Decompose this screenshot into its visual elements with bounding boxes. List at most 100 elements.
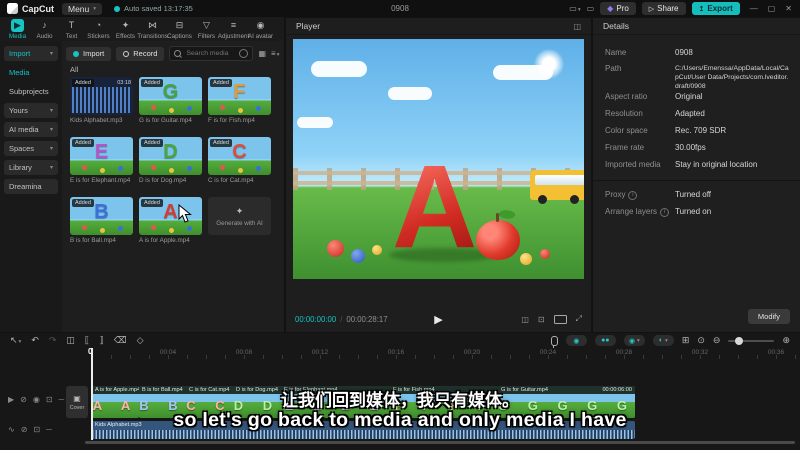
- sidebar-item-subprojects[interactable]: Subprojects: [4, 84, 58, 99]
- media-cell[interactable]: G Added G is for Guitar.mp4: [139, 77, 202, 127]
- info-icon[interactable]: i: [660, 208, 670, 217]
- search-icon: [174, 50, 182, 57]
- sidebar-item-yours[interactable]: Yours ▾: [4, 103, 58, 118]
- redo-icon[interactable]: ↷: [49, 335, 57, 346]
- layout-toggle-icon[interactable]: ▭▾: [569, 4, 580, 13]
- media-cell[interactable]: ✦ Generate with AI: [208, 197, 271, 247]
- stickers-icon: ◔: [95, 19, 102, 30]
- tab-text[interactable]: T Text: [58, 19, 85, 40]
- player-header: Player ◫: [286, 18, 591, 35]
- zoom-slider-knob[interactable]: [735, 336, 744, 345]
- field-value-name: 0908: [675, 48, 693, 57]
- tab-media[interactable]: ▶ Media: [4, 18, 31, 40]
- apple-graphic: [476, 212, 521, 260]
- sort-icon[interactable]: ≡▾: [271, 49, 279, 58]
- import-button[interactable]: Import: [66, 46, 112, 61]
- split-icon[interactable]: ◫: [66, 335, 75, 346]
- delete-left-icon[interactable]: ⟦: [85, 335, 89, 346]
- generate-with-ai-tile[interactable]: ✦ Generate with AI: [208, 197, 271, 235]
- tab-audio[interactable]: ♪ Audio: [31, 19, 58, 40]
- auto-snap-toggle[interactable]: ●●: [594, 335, 616, 346]
- media-cell[interactable]: Added 03:18 Kids Alphabet.mp3: [70, 77, 133, 127]
- tab-stickers[interactable]: ◔ Stickers: [85, 19, 112, 40]
- panel-layout-icon[interactable]: ▭: [587, 4, 595, 13]
- minimize-button[interactable]: —: [750, 4, 758, 13]
- arrange-layers-status: Turned on: [675, 207, 712, 216]
- media-thumb[interactable]: E Added: [70, 137, 133, 175]
- view-grid-icon[interactable]: ▦: [258, 49, 266, 58]
- media-cell[interactable]: D Added D is for Dog.mp4: [139, 137, 202, 187]
- generate-label: Generate with AI: [216, 219, 263, 227]
- select-tool-icon[interactable]: ↖▾: [10, 335, 21, 346]
- sidebar-item-media[interactable]: Media: [4, 65, 58, 80]
- aspect-ratio-icon[interactable]: [553, 314, 567, 324]
- media-sidebar: Import ▾ Media Subprojects Yours ▾ AI medi…: [0, 41, 62, 332]
- media-cell[interactable]: F Added F is for Fish.mp4: [208, 77, 271, 127]
- preview-axis-toggle[interactable]: ◐ ▾: [652, 335, 674, 346]
- media-cell[interactable]: C Added C is for Cat.mp4: [208, 137, 271, 187]
- media-cell[interactable]: E Added E is for Elephant.mp4: [70, 137, 133, 187]
- ruler-label: 00:36: [767, 349, 785, 356]
- info-icon[interactable]: i: [628, 191, 638, 200]
- cloud-graphic: [388, 87, 432, 100]
- tab-ai-avatar[interactable]: ◉ AI avatar: [247, 19, 274, 40]
- sidebar-item-import[interactable]: Import ▾: [4, 46, 58, 61]
- media-thumb[interactable]: D Added: [139, 137, 202, 175]
- snap-icon[interactable]: ⊙: [697, 335, 705, 346]
- field-value-imported-media: Stay in original location: [675, 160, 758, 169]
- search-input[interactable]: [184, 49, 237, 58]
- tab-filters[interactable]: ▽ Filters: [193, 19, 220, 40]
- zoom-out-icon[interactable]: ⊖: [713, 335, 721, 346]
- media-cell[interactable]: B Added B is for Ball.mp4: [70, 197, 133, 247]
- media-thumb-audio[interactable]: Added 03:18: [70, 77, 133, 115]
- media-thumb[interactable]: C Added: [208, 137, 271, 175]
- field-value-path: C:/Users/Emenssa/AppData/Local/CapCut/Us…: [675, 65, 789, 91]
- main-track-magnet-toggle[interactable]: ◉: [565, 335, 587, 346]
- chevron-down-icon: ▾: [49, 127, 53, 133]
- sidebar-item-dreamina[interactable]: Dreamina: [4, 179, 58, 194]
- close-button[interactable]: ✕: [785, 4, 792, 13]
- timeline-zoom-slider[interactable]: [728, 336, 775, 345]
- filter-all-label[interactable]: All: [70, 65, 78, 74]
- added-badge: Added: [141, 139, 163, 147]
- modify-button[interactable]: Modify: [747, 309, 790, 324]
- sidebar-item-spaces[interactable]: Spaces ▾: [4, 141, 58, 156]
- menu-button[interactable]: Menu ▾: [62, 2, 103, 15]
- timeline-horizontal-scrollbar[interactable]: [85, 441, 795, 444]
- linked-selection-toggle[interactable]: ◉ ▾: [623, 335, 645, 346]
- record-button[interactable]: Record: [116, 46, 165, 61]
- media-thumb[interactable]: G Added: [139, 77, 202, 115]
- tab-transitions[interactable]: ⋈ Transitions: [137, 19, 168, 40]
- sidebar-item-ai-media[interactable]: AI media ▾: [4, 122, 58, 137]
- preview-quality-icon[interactable]: ⊡: [538, 315, 545, 324]
- play-button[interactable]: ▶: [434, 313, 442, 326]
- export-button[interactable]: ↥ Export: [691, 2, 740, 15]
- balls-graphic: [220, 165, 225, 170]
- maximize-button[interactable]: ▢: [768, 4, 776, 13]
- ball-graphic: [372, 245, 382, 255]
- delete-right-icon[interactable]: ⟧: [99, 335, 103, 346]
- player-options-icon[interactable]: ◫: [573, 22, 581, 31]
- record-voiceover-icon[interactable]: [550, 335, 558, 348]
- timeline-ruler[interactable]: 00:04 00:08 00:12 00:16 00:20 00:24 00:2…: [60, 348, 800, 359]
- tab-captions[interactable]: ⊟ Captions: [166, 19, 193, 40]
- tab-effects[interactable]: ✦ Effects: [112, 19, 139, 40]
- delete-icon[interactable]: ⌫: [114, 335, 127, 346]
- media-thumb[interactable]: B Added: [70, 197, 133, 235]
- mirror-preview-icon[interactable]: ◫: [521, 315, 529, 324]
- zoom-in-icon[interactable]: ⊕: [782, 335, 790, 346]
- added-badge: Added: [72, 199, 94, 207]
- tab-adjustment[interactable]: ≡ Adjustment: [218, 19, 250, 40]
- preview-mode-icon[interactable]: ⊞: [682, 335, 690, 346]
- sidebar-item-library[interactable]: Library ▾: [4, 160, 58, 175]
- search-options-icon[interactable]: [239, 49, 249, 58]
- search-box[interactable]: [169, 46, 254, 61]
- media-thumb[interactable]: F Added: [208, 77, 271, 115]
- autosave-status: Auto saved 13:17:35: [114, 4, 193, 13]
- pro-button[interactable]: ◆ Pro: [600, 2, 636, 15]
- fullscreen-icon[interactable]: ⤢: [576, 314, 582, 324]
- undo-icon[interactable]: ↶: [31, 335, 39, 346]
- freeze-frame-icon[interactable]: ◇: [137, 335, 144, 346]
- record-icon: [123, 50, 130, 57]
- share-button[interactable]: ▷ Share: [641, 2, 686, 15]
